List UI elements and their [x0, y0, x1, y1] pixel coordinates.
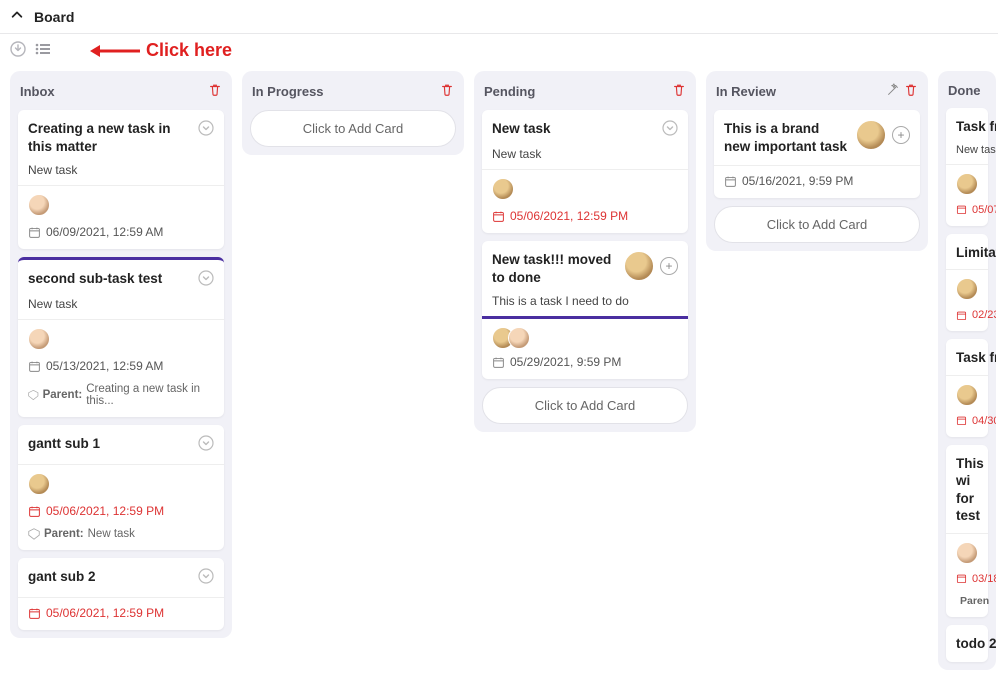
task-card[interactable]: Task fr New task 05/07 — [946, 108, 988, 226]
card-title: Task fr — [956, 118, 978, 136]
column-title: Done — [948, 83, 981, 98]
column-done: Done Task fr New task 05/07 Limitat 02/2… — [938, 71, 996, 670]
card-subtitle: New task — [28, 163, 214, 177]
task-card[interactable]: Task fr 04/30 — [946, 339, 988, 437]
card-title: New task — [492, 120, 551, 138]
column-title: In Review — [716, 84, 776, 99]
card-title: gant sub 2 — [28, 568, 96, 586]
add-card-button[interactable]: Click to Add Card — [250, 110, 456, 147]
task-card[interactable]: This wi for test 03/18 Paren — [946, 445, 988, 617]
parent-value: New task — [88, 528, 135, 540]
card-date: 03/18 — [972, 573, 996, 585]
column-pending: Pending New task New task 05/06/2021, 12… — [474, 71, 696, 432]
avatar — [28, 194, 50, 216]
card-date: 05/06/2021, 12:59 PM — [46, 606, 164, 620]
card-title: Limitat — [956, 244, 978, 262]
card-date: 02/23 — [972, 309, 996, 321]
task-card[interactable]: gant sub 2 05/06/2021, 12:59 PM — [18, 558, 224, 630]
add-assignee-icon[interactable]: + — [660, 257, 678, 275]
parent-label: Parent: — [44, 528, 84, 540]
column-title: Inbox — [20, 84, 55, 99]
column-inprogress: In Progress Click to Add Card — [242, 71, 464, 155]
avatar — [624, 251, 654, 281]
avatar — [956, 278, 978, 300]
task-card[interactable]: This is a brand new important task + 05/… — [714, 110, 920, 198]
list-icon[interactable] — [34, 41, 52, 60]
card-title: gantt sub 1 — [28, 435, 100, 453]
column-title: In Progress — [252, 84, 324, 99]
card-title: Task fr — [956, 349, 978, 367]
parent-value: Creating a new task in this... — [86, 383, 214, 407]
add-card-button[interactable]: Click to Add Card — [714, 206, 920, 243]
wand-icon[interactable] — [886, 83, 900, 100]
task-card[interactable]: second sub-task test New task 05/13/2021… — [18, 257, 224, 417]
card-title: second sub-task test — [28, 270, 162, 288]
trash-icon[interactable] — [672, 83, 686, 100]
card-subtitle: New task — [956, 144, 978, 156]
card-date: 05/16/2021, 9:59 PM — [742, 174, 853, 188]
card-date: 05/07 — [972, 204, 996, 216]
expand-icon[interactable] — [198, 435, 214, 454]
avatar — [508, 327, 530, 349]
expand-icon[interactable] — [198, 120, 214, 139]
parent-label: Parent: — [43, 389, 83, 401]
trash-icon[interactable] — [208, 83, 222, 100]
trash-icon[interactable] — [440, 83, 454, 100]
card-title: New task!!! moved to done — [492, 251, 616, 286]
download-icon[interactable] — [10, 41, 26, 60]
expand-icon[interactable] — [662, 120, 678, 139]
avatar — [956, 384, 978, 406]
card-date: 04/30 — [972, 415, 996, 427]
card-title: This wi for test — [956, 455, 978, 525]
avatar — [28, 473, 50, 495]
card-subtitle: New task — [28, 297, 214, 311]
avatar — [956, 542, 978, 564]
card-date: 05/13/2021, 12:59 AM — [46, 359, 163, 373]
task-card[interactable]: gantt sub 1 05/06/2021, 12:59 PM Parent:… — [18, 425, 224, 550]
card-title: Creating a new task in this matter — [28, 120, 190, 155]
trash-icon[interactable] — [904, 83, 918, 100]
card-date: 06/09/2021, 12:59 AM — [46, 225, 163, 239]
task-card[interactable]: Creating a new task in this matter New t… — [18, 110, 224, 249]
expand-icon[interactable] — [198, 568, 214, 587]
column-inreview: In Review This is a brand new important … — [706, 71, 928, 251]
toolbar: Click here — [0, 34, 998, 71]
parent-label: Paren — [960, 595, 989, 607]
card-date: 05/06/2021, 12:59 PM — [46, 504, 164, 518]
page-title: Board — [34, 9, 74, 25]
card-title: todo 2 — [956, 635, 978, 653]
add-card-button[interactable]: Click to Add Card — [482, 387, 688, 424]
app-header: Board — [0, 0, 998, 34]
avatar — [956, 173, 978, 195]
task-card[interactable]: New task!!! moved to done + This is a ta… — [482, 241, 688, 379]
column-title: Pending — [484, 84, 535, 99]
add-assignee-icon[interactable]: + — [892, 126, 910, 144]
card-title: This is a brand new important task — [724, 120, 848, 155]
card-subtitle: This is a task I need to do — [492, 294, 678, 308]
card-date: 05/29/2021, 9:59 PM — [510, 355, 621, 369]
collapse-icon[interactable] — [10, 8, 24, 25]
hint-text: Click here — [146, 40, 232, 61]
card-subtitle: New task — [492, 147, 678, 161]
kanban-board: Inbox Creating a new task in this matter… — [0, 71, 998, 680]
task-card[interactable]: New task New task 05/06/2021, 12:59 PM — [482, 110, 688, 233]
avatar — [492, 178, 514, 200]
avatar — [856, 120, 886, 150]
column-inbox: Inbox Creating a new task in this matter… — [10, 71, 232, 638]
card-date: 05/06/2021, 12:59 PM — [510, 209, 628, 223]
expand-icon[interactable] — [198, 270, 214, 289]
task-card[interactable]: Limitat 02/23 — [946, 234, 988, 332]
avatar — [28, 328, 50, 350]
click-here-hint: Click here — [90, 40, 232, 61]
task-card[interactable]: todo 2 — [946, 625, 988, 663]
